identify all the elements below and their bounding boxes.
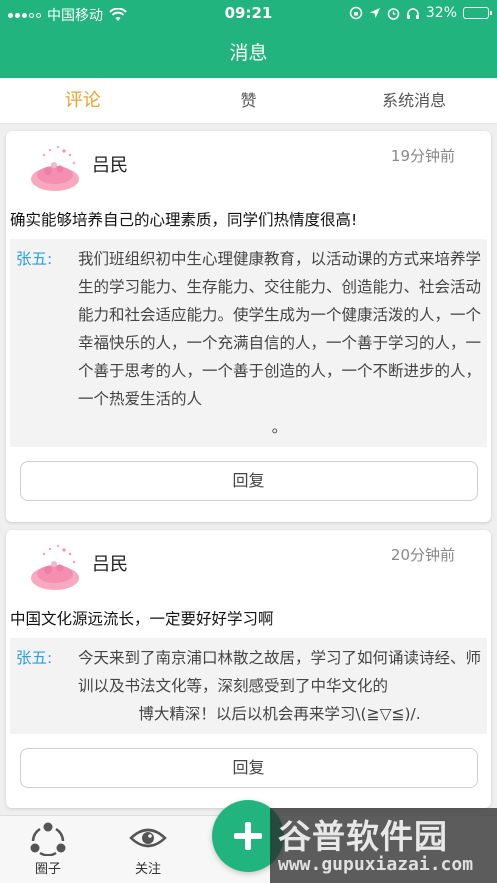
alarm-icon <box>387 7 400 20</box>
reply-text: 我们班组织初中生心理健康教育，以活动课的方式来培养学生的学习能力、生存能力、交往… <box>78 250 482 408</box>
comment-time: 19分钟前 <box>390 147 455 165</box>
comment-card: 吕民 19分钟前 确实能够培养自己的心理素质，同学们热情度很高! 张五: 我们班… <box>6 131 491 522</box>
comment-text: 确实能够培养自己的心理素质，同学们热情度很高! <box>10 211 358 229</box>
battery-icon <box>463 7 492 19</box>
tab-system-messages[interactable]: 系统消息 <box>331 78 497 123</box>
reply-button[interactable]: 回复 <box>19 461 478 501</box>
nav-follow[interactable]: 关注 <box>118 820 178 877</box>
comment-text: 中国文化源远流长，一定要好好学习啊 <box>10 610 274 628</box>
reply-text-end: 。 <box>271 418 288 436</box>
reply-text: 今天来到了南京浦口林散之故居，学习了如何诵读诗经、师训以及书法文化等，深刻感受到… <box>78 649 482 695</box>
reply-block: 张五: 今天来到了南京浦口林散之故居，学习了如何诵读诗经、师训以及书法文化等，深… <box>10 638 487 734</box>
nav-follow-label: 关注 <box>134 862 161 877</box>
location-icon <box>369 8 380 18</box>
circle-icon <box>30 822 66 856</box>
reply-block: 张五: 我们班组织初中生心理健康教育，以活动课的方式来培养学生的学习能力、生存能… <box>10 239 487 447</box>
watermark-title: 谷普软件园 <box>278 817 448 856</box>
page-title: 消息 <box>0 28 497 78</box>
watermark: 谷普软件园 www.gupuxiazai.com <box>270 808 497 883</box>
reply-text-end: 博大精深！以后以机会再来学习\(≧▽≦)/. <box>138 705 421 723</box>
reply-author: 张五: <box>16 250 53 268</box>
tab-comments[interactable]: 评论 <box>0 78 166 123</box>
rotation-lock-icon <box>349 6 363 20</box>
nav-circle-label: 圈子 <box>34 862 61 877</box>
headphones-icon <box>406 7 419 19</box>
watermark-url: www.gupuxiazai.com <box>278 854 474 875</box>
tab-likes[interactable]: 赞 <box>166 78 332 123</box>
reply-author: 张五: <box>16 649 53 667</box>
comment-time: 20分钟前 <box>390 546 455 564</box>
reply-button[interactable]: 回复 <box>19 748 478 788</box>
message-tabs: 评论 赞 系统消息 <box>0 78 497 124</box>
avatar <box>31 145 79 191</box>
eye-icon <box>129 828 167 848</box>
comment-username: 吕民 <box>92 554 128 575</box>
nav-circle[interactable]: 圈子 <box>18 820 78 877</box>
status-bar: 中国移动 09:21 32% <box>0 0 497 28</box>
avatar <box>31 544 79 590</box>
comment-username: 吕民 <box>92 155 128 176</box>
battery-percent: 32% <box>425 5 457 21</box>
comment-card: 吕民 20分钟前 中国文化源远流长，一定要好好学习啊 张五: 今天来到了南京浦口… <box>6 530 491 808</box>
